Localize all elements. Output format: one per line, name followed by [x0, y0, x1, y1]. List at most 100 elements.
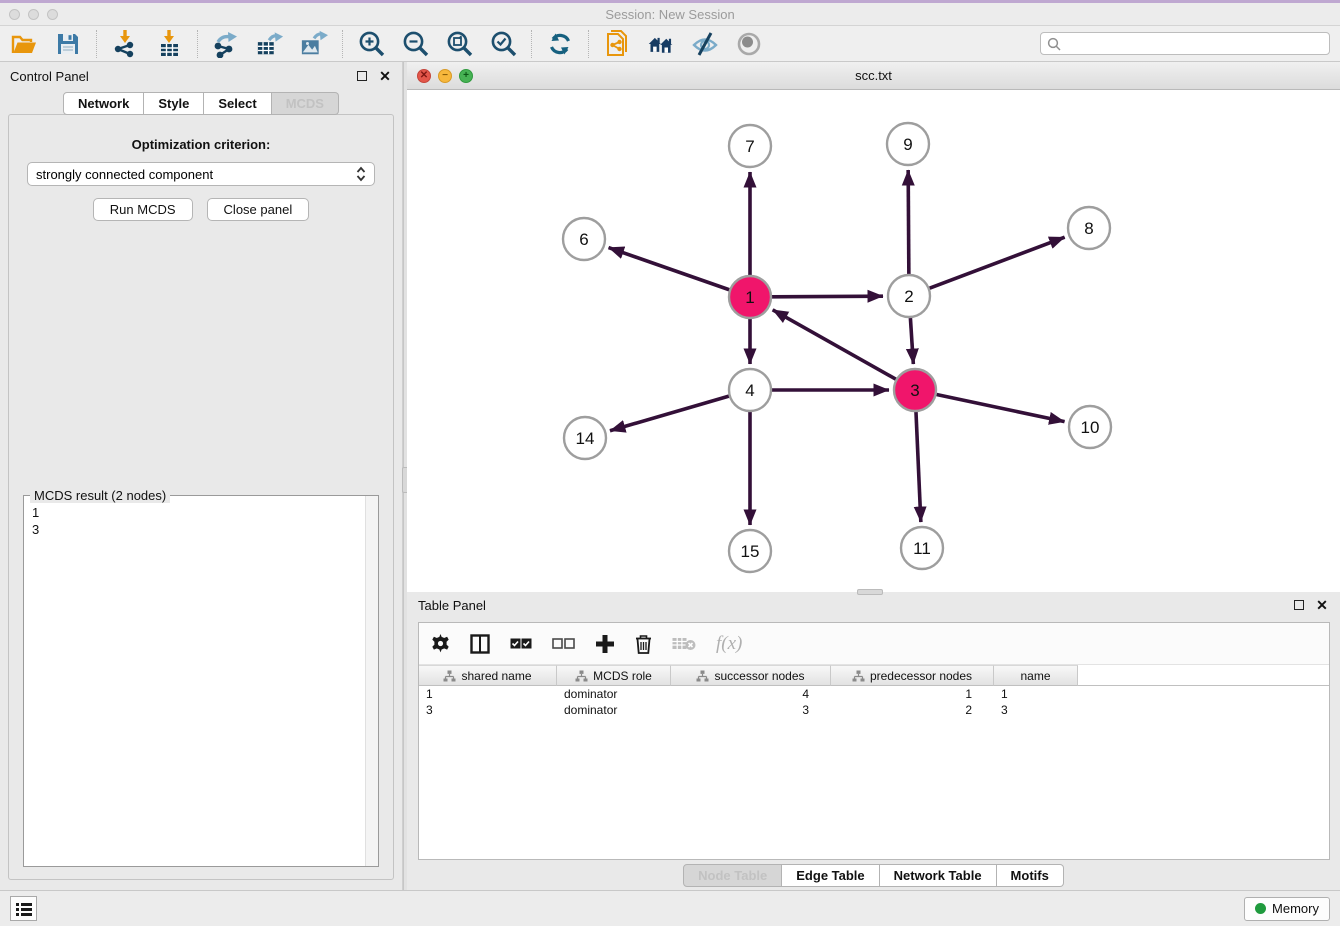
export-image-icon[interactable]	[300, 30, 328, 58]
optimization-criterion-dropdown[interactable]: strongly connected component	[27, 162, 375, 186]
task-history-button[interactable]	[10, 896, 37, 921]
graph-node-3[interactable]: 3	[894, 369, 936, 411]
graph-node-6[interactable]: 6	[563, 218, 605, 260]
zoom-in-icon[interactable]	[357, 30, 385, 58]
edge-3-10[interactable]	[937, 395, 1065, 422]
mcds-result-list[interactable]: 13	[24, 496, 365, 866]
open-session-icon[interactable]	[10, 30, 38, 58]
first-neighbors-icon[interactable]	[647, 30, 675, 58]
cell-predecessor-nodes[interactable]: 2	[831, 702, 994, 718]
graph-node-8[interactable]: 8	[1068, 207, 1110, 249]
memory-status-icon	[1255, 903, 1266, 914]
run-mcds-button[interactable]: Run MCDS	[93, 198, 193, 221]
cell-shared-name[interactable]: 3	[419, 702, 557, 718]
cell-successor-nodes[interactable]: 4	[671, 686, 831, 702]
graph-node-4[interactable]: 4	[729, 369, 771, 411]
graph-node-7[interactable]: 7	[729, 125, 771, 167]
tab-network-table[interactable]: Network Table	[880, 864, 997, 887]
edge-3-11[interactable]	[916, 412, 921, 522]
row-filler	[1078, 686, 1329, 702]
graph-node-10[interactable]: 10	[1069, 406, 1111, 448]
mcds-result-box: MCDS result (2 nodes) 13	[23, 495, 379, 867]
cell-mcds-role[interactable]: dominator	[557, 686, 671, 702]
cell-successor-nodes[interactable]: 3	[671, 702, 831, 718]
table-row[interactable]: 3dominator323	[419, 702, 1329, 718]
edge-1-6[interactable]	[609, 248, 730, 290]
cell-predecessor-nodes[interactable]: 1	[831, 686, 994, 702]
tab-network[interactable]: Network	[63, 92, 144, 115]
float-panel-icon[interactable]	[355, 69, 369, 83]
import-network-icon[interactable]	[111, 30, 139, 58]
delete-column-icon[interactable]	[635, 634, 652, 654]
close-panel-icon[interactable]: ✕	[378, 69, 392, 83]
edge-3-1[interactable]	[773, 310, 896, 379]
result-scrollbar[interactable]	[365, 496, 378, 866]
graph-node-15[interactable]: 15	[729, 530, 771, 572]
cell-name[interactable]: 1	[994, 686, 1078, 702]
column-header-mcds-role[interactable]: MCDS role	[557, 665, 671, 686]
edge-4-14[interactable]	[610, 396, 729, 431]
zoom-fit-icon[interactable]	[445, 30, 473, 58]
memory-button[interactable]: Memory	[1244, 897, 1330, 921]
show-graphics-details-icon[interactable]	[735, 30, 763, 58]
column-header-successor-nodes[interactable]: successor nodes	[671, 665, 831, 686]
edge-2-8[interactable]	[930, 237, 1065, 288]
column-label: name	[1020, 669, 1050, 683]
graph-node-11[interactable]: 11	[901, 527, 943, 569]
horizontal-splitter-handle-icon[interactable]	[857, 589, 883, 595]
tab-motifs[interactable]: Motifs	[997, 864, 1064, 887]
close-panel-button[interactable]: Close panel	[207, 198, 310, 221]
edge-1-2[interactable]	[772, 296, 883, 297]
refresh-layout-icon[interactable]	[546, 30, 574, 58]
tab-select[interactable]: Select	[204, 92, 271, 115]
svg-text:4: 4	[745, 381, 754, 400]
table-toolbar: f(x)	[419, 623, 1329, 665]
graph-node-2[interactable]: 2	[888, 275, 930, 317]
graph-node-14[interactable]: 14	[564, 417, 606, 459]
column-label: MCDS role	[593, 669, 652, 683]
new-network-from-selection-icon[interactable]	[603, 30, 631, 58]
cell-name[interactable]: 3	[994, 702, 1078, 718]
svg-text:8: 8	[1084, 219, 1093, 238]
function-builder-icon[interactable]: f(x)	[716, 633, 742, 655]
network-graph[interactable]: 7 9 6 8 1 2 4 3 14 10 15 11	[407, 90, 1339, 592]
zoom-out-icon[interactable]	[401, 30, 429, 58]
add-column-icon[interactable]	[595, 634, 615, 654]
export-table-icon[interactable]	[256, 30, 284, 58]
network-column-icon	[575, 670, 588, 682]
search-input[interactable]	[1066, 37, 1323, 51]
cell-mcds-role[interactable]: dominator	[557, 702, 671, 718]
float-table-panel-icon[interactable]	[1292, 598, 1306, 612]
import-table-icon[interactable]	[155, 30, 183, 58]
column-header-name[interactable]: name	[994, 665, 1078, 686]
hide-graphics-details-icon[interactable]	[691, 30, 719, 58]
cell-shared-name[interactable]: 1	[419, 686, 557, 702]
close-table-panel-icon[interactable]: ✕	[1315, 598, 1329, 612]
tab-node-table[interactable]: Node Table	[683, 864, 782, 887]
edge-2-3[interactable]	[910, 318, 913, 364]
table-settings-gear-icon[interactable]	[431, 634, 450, 653]
show-column-icon[interactable]	[470, 634, 490, 654]
window-title: Session: New Session	[0, 7, 1340, 22]
tab-edge-table[interactable]: Edge Table	[782, 864, 879, 887]
graph-node-9[interactable]: 9	[887, 123, 929, 165]
export-network-icon[interactable]	[212, 30, 240, 58]
tab-mcds[interactable]: MCDS	[272, 92, 339, 115]
status-bar: Memory	[0, 890, 1340, 926]
edge-2-9[interactable]	[908, 170, 909, 274]
search-icon	[1047, 37, 1061, 51]
graph-node-1[interactable]: 1	[729, 276, 771, 318]
table-body: 1dominator4113dominator323	[419, 686, 1329, 718]
svg-text:7: 7	[745, 137, 754, 156]
unselect-all-checkboxes-icon[interactable]	[552, 638, 575, 649]
search-box[interactable]	[1040, 32, 1330, 55]
network-canvas[interactable]: 7 9 6 8 1 2 4 3 14 10 15 11	[407, 90, 1340, 592]
column-header-shared-name[interactable]: shared name	[419, 665, 557, 686]
column-header-predecessor-nodes[interactable]: predecessor nodes	[831, 665, 994, 686]
delete-table-icon[interactable]	[672, 636, 696, 651]
table-row[interactable]: 1dominator411	[419, 686, 1329, 702]
save-session-icon[interactable]	[54, 30, 82, 58]
tab-style[interactable]: Style	[144, 92, 204, 115]
zoom-selected-icon[interactable]	[489, 30, 517, 58]
select-all-checkboxes-icon[interactable]	[510, 638, 532, 649]
